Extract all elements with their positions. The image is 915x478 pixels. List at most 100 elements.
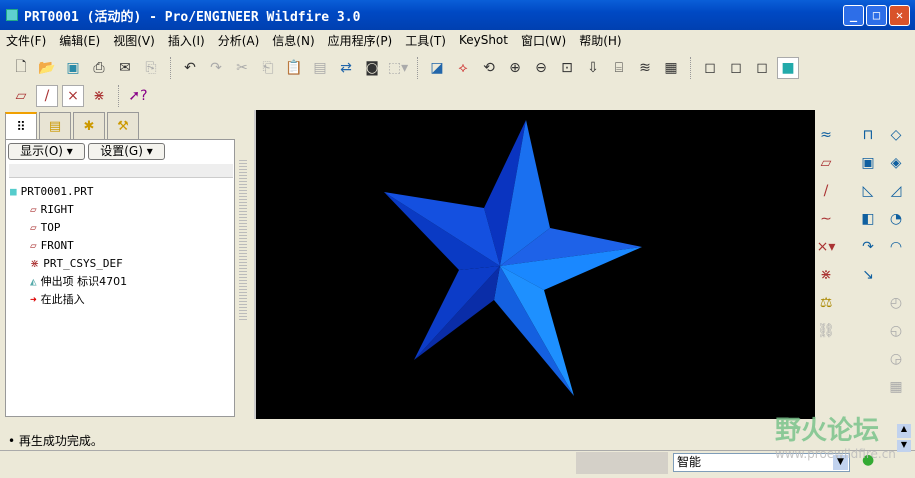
tree-item[interactable]: ▱ TOP bbox=[10, 218, 127, 236]
csys-tool-icon[interactable]: ⋇ bbox=[815, 264, 837, 286]
menu-keyshot[interactable]: KeyShot bbox=[459, 33, 508, 47]
zoom-in-icon[interactable]: ⊕ bbox=[504, 57, 526, 79]
hole-icon[interactable]: ⊓ bbox=[857, 124, 879, 146]
merge-icon[interactable]: ⛓ bbox=[815, 320, 837, 342]
variable-sweep-icon[interactable]: ↷ bbox=[857, 236, 879, 258]
menu-edit[interactable]: 编辑(E) bbox=[59, 32, 100, 49]
watermark-logo: 野火论坛 www.proewildfire.cn bbox=[775, 416, 896, 461]
tree-item[interactable]: ▱ RIGHT bbox=[10, 200, 127, 218]
status-message: • 再生成功完成。 bbox=[8, 434, 103, 448]
reorient-icon[interactable]: ⇩ bbox=[582, 57, 604, 79]
main-toolbar: 🗋 📂 ▣ ⎙ ✉ ⎘ ↶ ↷ ✂ ⎗ 📋 ▤ ⇄ ◙ ⬚▾ ◪ ⟡ ⟲ ⊕ ⊖… bbox=[10, 54, 799, 82]
print-icon[interactable]: ⎙ bbox=[88, 57, 110, 79]
app-icon bbox=[6, 9, 18, 21]
extrude-tool-icon[interactable]: ◧ bbox=[857, 208, 879, 230]
open-icon[interactable]: 📂 bbox=[36, 57, 58, 79]
hidden-line-icon[interactable]: ◻ bbox=[725, 57, 747, 79]
rib-icon[interactable]: ▣ bbox=[857, 152, 879, 174]
shading-icon[interactable]: ■ bbox=[777, 57, 799, 79]
tab-model-tree[interactable]: ⠿ bbox=[5, 112, 37, 140]
orient-mode-icon[interactable]: ⟲ bbox=[478, 57, 500, 79]
menu-info[interactable]: 信息(N) bbox=[272, 32, 314, 49]
graphics-window[interactable] bbox=[254, 110, 815, 419]
round-icon[interactable]: ◺ bbox=[857, 180, 879, 202]
wireframe-icon[interactable]: ◻ bbox=[699, 57, 721, 79]
spin-center-icon[interactable]: ⟡ bbox=[452, 57, 474, 79]
find-icon[interactable]: ◙ bbox=[361, 57, 383, 79]
copy-icon[interactable]: ⎗ bbox=[257, 57, 279, 79]
trim-icon[interactable]: ◴ bbox=[885, 292, 907, 314]
paste-special-icon[interactable]: ▤ bbox=[309, 57, 331, 79]
redo-icon[interactable]: ↷ bbox=[205, 57, 227, 79]
tree-item[interactable]: ▱ FRONT bbox=[10, 236, 127, 254]
insert-here-arrow-icon: ➜ bbox=[30, 292, 37, 306]
datum-point-tool-icon[interactable]: ×▾ bbox=[815, 236, 837, 258]
refit-icon[interactable]: ⊡ bbox=[556, 57, 578, 79]
layers-icon[interactable]: ≋ bbox=[634, 57, 656, 79]
saved-views-icon[interactable]: ⌸ bbox=[608, 57, 630, 79]
tab-connections[interactable]: ⚒ bbox=[107, 112, 139, 140]
datum-plane-tool-icon[interactable]: ▱ bbox=[815, 152, 837, 174]
style-icon[interactable]: ↘ bbox=[857, 264, 879, 286]
undo-icon[interactable]: ↶ bbox=[179, 57, 201, 79]
shell-icon[interactable]: ◇ bbox=[885, 124, 907, 146]
datum-points-icon[interactable]: × bbox=[62, 85, 84, 107]
tree-item[interactable]: ⋇ PRT_CSYS_DEF bbox=[10, 254, 127, 272]
menu-insert[interactable]: 插入(I) bbox=[168, 32, 205, 49]
menu-tools[interactable]: 工具(T) bbox=[405, 32, 446, 49]
send-mail-icon[interactable]: ✉ bbox=[114, 57, 136, 79]
context-help-icon[interactable]: ➚? bbox=[127, 85, 149, 107]
menu-analysis[interactable]: 分析(A) bbox=[218, 32, 260, 49]
close-button[interactable]: ✕ bbox=[889, 5, 910, 26]
window-title: PRT0001 (活动的) - Pro/ENGINEER Wildfire 3.… bbox=[24, 9, 361, 25]
minimize-button[interactable]: _ bbox=[843, 5, 864, 26]
tab-folder-browser[interactable]: ▤ bbox=[39, 112, 71, 140]
settings-dropdown[interactable]: 设置(G) ▾ bbox=[88, 143, 165, 160]
status-field bbox=[576, 452, 668, 474]
analysis-feature-icon[interactable]: ⚖ bbox=[815, 292, 837, 314]
datum-axes-icon[interactable]: / bbox=[36, 85, 58, 107]
datum-planes-icon[interactable]: ▱ bbox=[10, 85, 32, 107]
attach-icon[interactable]: ⎘ bbox=[140, 57, 162, 79]
menu-window[interactable]: 窗口(W) bbox=[521, 32, 566, 49]
maximize-button[interactable]: □ bbox=[866, 5, 887, 26]
menu-view[interactable]: 视图(V) bbox=[113, 32, 155, 49]
datum-axis-tool-icon[interactable]: / bbox=[815, 180, 837, 202]
scroll-up-button[interactable]: ▲ bbox=[897, 424, 911, 438]
title-bar: PRT0001 (活动的) - Pro/ENGINEER Wildfire 3.… bbox=[0, 0, 915, 30]
tree-item-root[interactable]: ■ PRT0001.PRT bbox=[10, 182, 127, 200]
menu-applications[interactable]: 应用程序(P) bbox=[328, 32, 393, 49]
datum-curve-tool-icon[interactable]: ∼ bbox=[815, 208, 837, 230]
datum-plane-icon: ▱ bbox=[30, 238, 37, 252]
mirror-icon[interactable]: ◶ bbox=[885, 348, 907, 370]
repaint-icon[interactable]: ◪ bbox=[426, 57, 448, 79]
selection-box-icon[interactable]: ⬚▾ bbox=[387, 57, 409, 79]
view-manager-icon[interactable]: ▦ bbox=[660, 57, 682, 79]
coordinate-systems-icon[interactable]: ⋇ bbox=[88, 85, 110, 107]
paste-icon[interactable]: 📋 bbox=[283, 57, 305, 79]
tree-column-header bbox=[9, 164, 233, 178]
tree-item[interactable]: ◭ 伸出项 标识4701 bbox=[10, 272, 127, 290]
new-icon[interactable]: 🗋 bbox=[10, 57, 32, 79]
csys-icon: ⋇ bbox=[30, 256, 40, 270]
draft-icon[interactable]: ◈ bbox=[885, 152, 907, 174]
scroll-down-button[interactable]: ▼ bbox=[897, 440, 911, 452]
menu-help[interactable]: 帮助(H) bbox=[579, 32, 621, 49]
cut-icon[interactable]: ✂ bbox=[231, 57, 253, 79]
chamfer-icon[interactable]: ◿ bbox=[885, 180, 907, 202]
tree-item[interactable]: ➜ 在此插入 bbox=[10, 290, 127, 308]
datum-plane-icon: ▱ bbox=[30, 220, 37, 234]
sketch-datum-curve-icon[interactable]: ≈ bbox=[815, 124, 837, 146]
navigator-splitter[interactable] bbox=[239, 160, 247, 320]
show-dropdown[interactable]: 显示(O) ▾ bbox=[8, 143, 85, 160]
pattern-icon[interactable]: ◵ bbox=[885, 320, 907, 342]
tab-favorites[interactable]: ✱ bbox=[73, 112, 105, 140]
boundary-blend-icon[interactable]: ◠ bbox=[885, 236, 907, 258]
thicken-icon[interactable]: ▦ bbox=[885, 376, 907, 398]
revolve-tool-icon[interactable]: ◔ bbox=[885, 208, 907, 230]
save-icon[interactable]: ▣ bbox=[62, 57, 84, 79]
no-hidden-icon[interactable]: ◻ bbox=[751, 57, 773, 79]
zoom-out-icon[interactable]: ⊖ bbox=[530, 57, 552, 79]
menu-file[interactable]: 文件(F) bbox=[6, 32, 46, 49]
regenerate-icon[interactable]: ⇄ bbox=[335, 57, 357, 79]
